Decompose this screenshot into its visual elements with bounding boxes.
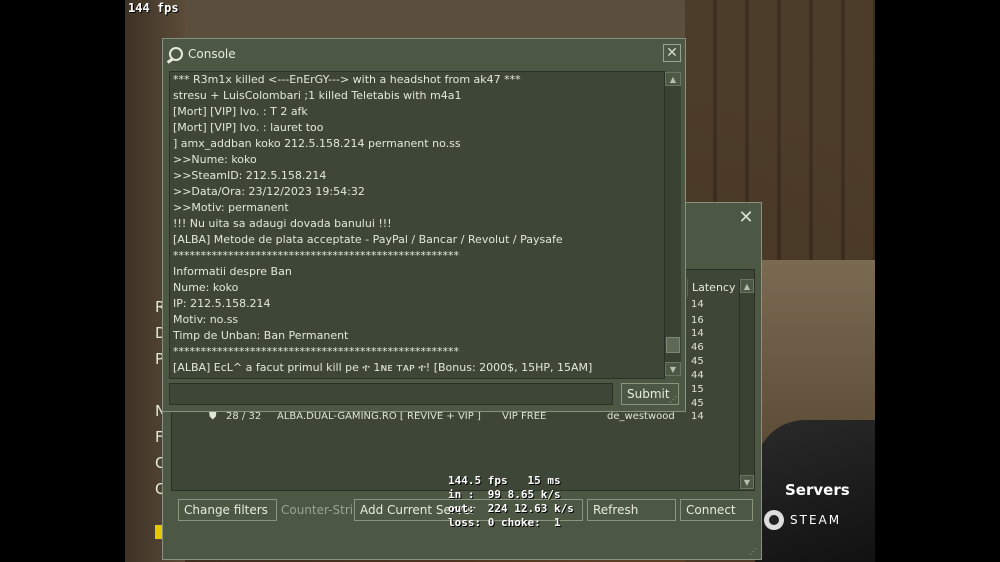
latency-cell: 14 <box>691 299 704 310</box>
server-list-scrollbar[interactable]: ▲ ▼ <box>739 279 754 489</box>
console-line: ****************************************… <box>173 345 459 358</box>
console-line: [ALBA] Metode de plata acceptate - PayPa… <box>173 233 563 246</box>
console-line: IP: 212.5.158.214 <box>173 297 271 310</box>
latency-cell: 45 <box>691 356 704 367</box>
scroll-down-icon[interactable]: ▼ <box>665 362 681 376</box>
resize-grip-icon[interactable]: ⋰ <box>749 547 759 557</box>
game-filter-label: Counter-Stri... <box>281 503 365 517</box>
console-line: stresu + LuisColombari ;1 killed Teletab… <box>173 89 462 102</box>
latency-cell: 45 <box>691 398 704 409</box>
console-title: Console <box>188 47 236 61</box>
latency-cell: 44 <box>691 370 704 381</box>
server-tags: VIP FREE <box>502 411 547 422</box>
console-line: [Mort] [VIP] Ivo. : T 2 afk <box>173 105 308 118</box>
browser-close-icon[interactable]: ✕ <box>737 209 755 227</box>
console-window: Console ✕ *** R3m1x killed <---EnErGY---… <box>162 38 686 412</box>
latency-cell: 16 <box>691 315 704 326</box>
refresh-button[interactable]: Refresh <box>587 499 676 521</box>
server-latency: 14 <box>691 411 704 422</box>
server-name: ALBA.DUAL-GAMING.RO [ REVIVE + VIP ] <box>277 411 481 422</box>
console-line: Informatii despre Ban <box>173 265 292 278</box>
console-close-icon[interactable]: ✕ <box>663 44 681 62</box>
connect-button[interactable]: Connect <box>680 499 753 521</box>
console-title-bar[interactable]: Console <box>169 44 236 64</box>
console-line: [ALBA] EcL^ a facut primul kill pe ተ 1ɴᴇ… <box>173 361 593 374</box>
scroll-up-icon[interactable]: ▲ <box>740 279 754 293</box>
console-line: >>Motiv: permanent <box>173 201 289 214</box>
steam-icon <box>169 47 183 61</box>
console-line: Timp de Unban: Ban Permanent <box>173 329 349 342</box>
console-line: Motiv: no.ss <box>173 313 239 326</box>
server-map: de_westwood <box>607 411 675 422</box>
latency-cell: 14 <box>691 328 704 339</box>
servers-label: Servers <box>785 481 850 499</box>
fps-counter: 144 fps <box>128 1 179 15</box>
latency-cell: 15 <box>691 384 704 395</box>
server-players: 28 / 32 <box>226 411 262 422</box>
change-filters-button[interactable]: Change filters <box>178 499 277 521</box>
latency-cell: 46 <box>691 342 704 353</box>
console-line: [Mort] [VIP] Ivo. : lauret too <box>173 121 324 134</box>
console-line: ] amx_addban koko 212.5.158.214 permanen… <box>173 137 461 150</box>
console-line: !!! Nu uita sa adaugi dovada banului !!! <box>173 217 392 230</box>
resize-grip-icon[interactable]: ⋰ <box>669 395 679 405</box>
console-line: ****************************************… <box>173 249 459 262</box>
console-line: *** R3m1x killed <---EnErGY---> with a h… <box>173 73 521 86</box>
console-line: >>Nume: koko <box>173 153 257 166</box>
scroll-thumb[interactable] <box>666 337 680 353</box>
latency-column-header[interactable]: Latency <box>687 279 737 297</box>
console-line: >>SteamID: 212.5.158.214 <box>173 169 327 182</box>
table-row[interactable]: ⛊ 28 / 32 ALBA.DUAL-GAMING.RO [ REVIVE +… <box>209 411 729 425</box>
net-graph: 144.5 fps 15 ms in : 99 8.65 k/s out: 22… <box>448 474 574 529</box>
steam-logo-icon <box>764 510 784 530</box>
console-log[interactable]: *** R3m1x killed <---EnErGY---> with a h… <box>169 71 665 379</box>
scroll-up-icon[interactable]: ▲ <box>665 72 681 86</box>
scroll-down-icon[interactable]: ▼ <box>740 475 754 489</box>
console-command-input[interactable] <box>169 383 613 405</box>
steam-logo: STEAM <box>764 510 841 530</box>
console-line: Nume: koko <box>173 281 239 294</box>
steam-wordmark: STEAM <box>790 513 842 527</box>
console-line: >>Data/Ora: 23/12/2023 19:54:32 <box>173 185 365 198</box>
shield-icon: ⛊ <box>209 411 217 422</box>
console-scrollbar[interactable]: ▲ ▼ <box>664 72 681 376</box>
